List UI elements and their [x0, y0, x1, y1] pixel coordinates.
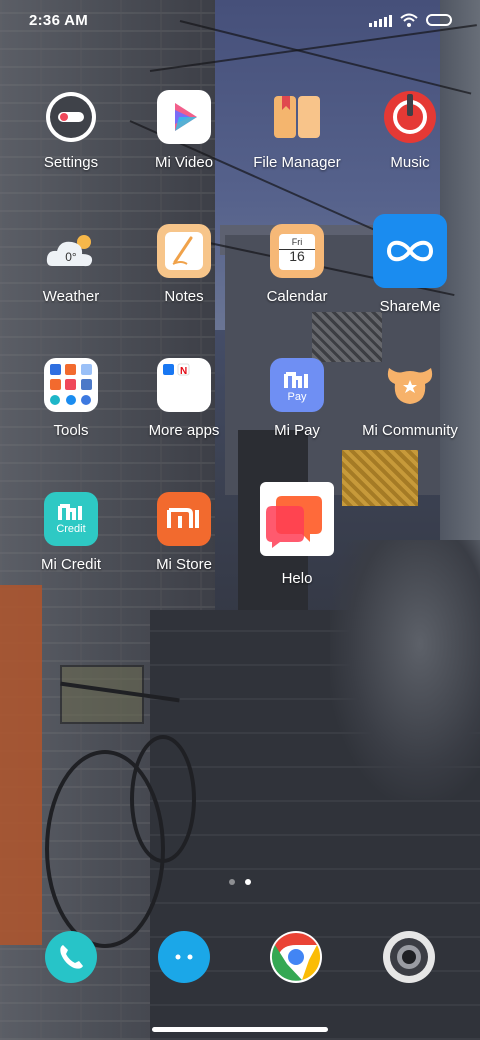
more-apps-folder-icon: N [157, 358, 211, 412]
wifi-icon [400, 13, 418, 27]
mi-video-icon [157, 90, 211, 144]
app-label: Settings [43, 154, 99, 171]
wallpaper-orange-panel [0, 585, 42, 945]
mi-pay-text: Pay [287, 391, 307, 403]
app-mi-community[interactable]: Mi Community [350, 358, 470, 439]
mi-pay-icon: Pay [270, 358, 324, 412]
weather-icon: 0° [44, 224, 98, 278]
settings-icon [44, 90, 98, 144]
music-icon [383, 90, 437, 144]
signal-icon [369, 13, 392, 27]
home-gesture-bar[interactable] [152, 1027, 328, 1032]
app-label: Mi Video [154, 154, 214, 171]
messages-icon [158, 931, 210, 983]
app-label: Calendar [266, 288, 328, 305]
app-shareme[interactable]: ShareMe [350, 214, 470, 315]
app-tools-folder[interactable]: Tools [11, 358, 131, 439]
dock-camera[interactable] [382, 930, 436, 984]
calendar-date: 16 [289, 248, 305, 264]
app-more-apps-folder[interactable]: N More apps [124, 358, 244, 439]
app-label: Music [390, 154, 430, 171]
page-indicator[interactable] [0, 879, 480, 885]
wallpaper-bike-wheel [130, 735, 196, 863]
dock-phone[interactable] [44, 930, 98, 984]
app-label: File Manager [253, 154, 341, 171]
wallpaper-window [312, 312, 382, 362]
app-label: Mi Credit [40, 556, 101, 573]
app-label: Mi Pay [274, 422, 320, 439]
app-mi-store[interactable]: Mi Store [124, 492, 244, 573]
app-mi-pay[interactable]: Pay Mi Pay [237, 358, 357, 439]
helo-icon [260, 482, 334, 556]
app-calendar[interactable]: Fri 16 Calendar [237, 224, 357, 305]
page-dot[interactable] [229, 879, 235, 885]
status-icons [369, 13, 452, 27]
app-label: ShareMe [379, 298, 441, 315]
calendar-day: Fri [291, 237, 303, 247]
app-helo[interactable]: Helo [237, 482, 357, 587]
dock-chrome[interactable] [269, 930, 323, 984]
app-mi-video[interactable]: Mi Video [124, 90, 244, 171]
camera-icon [383, 931, 435, 983]
app-file-manager[interactable]: File Manager [237, 90, 357, 171]
mi-credit-text: Credit [56, 523, 86, 535]
notes-icon [157, 224, 211, 278]
app-mi-credit[interactable]: Credit Mi Credit [11, 492, 131, 573]
app-label: Tools [53, 422, 89, 439]
calendar-icon: Fri 16 [270, 224, 324, 278]
app-notes[interactable]: Notes [124, 224, 244, 305]
battery-icon [426, 14, 452, 26]
app-settings[interactable]: Settings [11, 90, 131, 171]
app-label: Notes [164, 288, 204, 305]
chrome-icon [270, 931, 322, 983]
app-music[interactable]: Music [350, 90, 470, 171]
app-label: Mi Community [362, 422, 458, 439]
mi-store-icon [157, 492, 211, 546]
tools-folder-icon [44, 358, 98, 412]
weather-temperature: 0° [65, 250, 77, 264]
svg-text:N: N [180, 366, 187, 377]
phone-icon [45, 931, 97, 983]
status-bar: 2:36 AM [0, 0, 480, 44]
page-dot-active[interactable] [245, 879, 251, 885]
status-time: 2:36 AM [29, 12, 89, 29]
file-manager-icon [270, 90, 324, 144]
app-label: Weather [42, 288, 100, 305]
app-weather[interactable]: 0° Weather [11, 224, 131, 305]
app-label: Helo [281, 570, 313, 587]
mi-credit-icon: Credit [44, 492, 98, 546]
mi-community-icon [383, 358, 437, 412]
dock-messages[interactable] [157, 930, 211, 984]
app-label: Mi Store [156, 556, 212, 573]
shareme-icon [373, 214, 447, 288]
app-label: More apps [148, 422, 220, 439]
